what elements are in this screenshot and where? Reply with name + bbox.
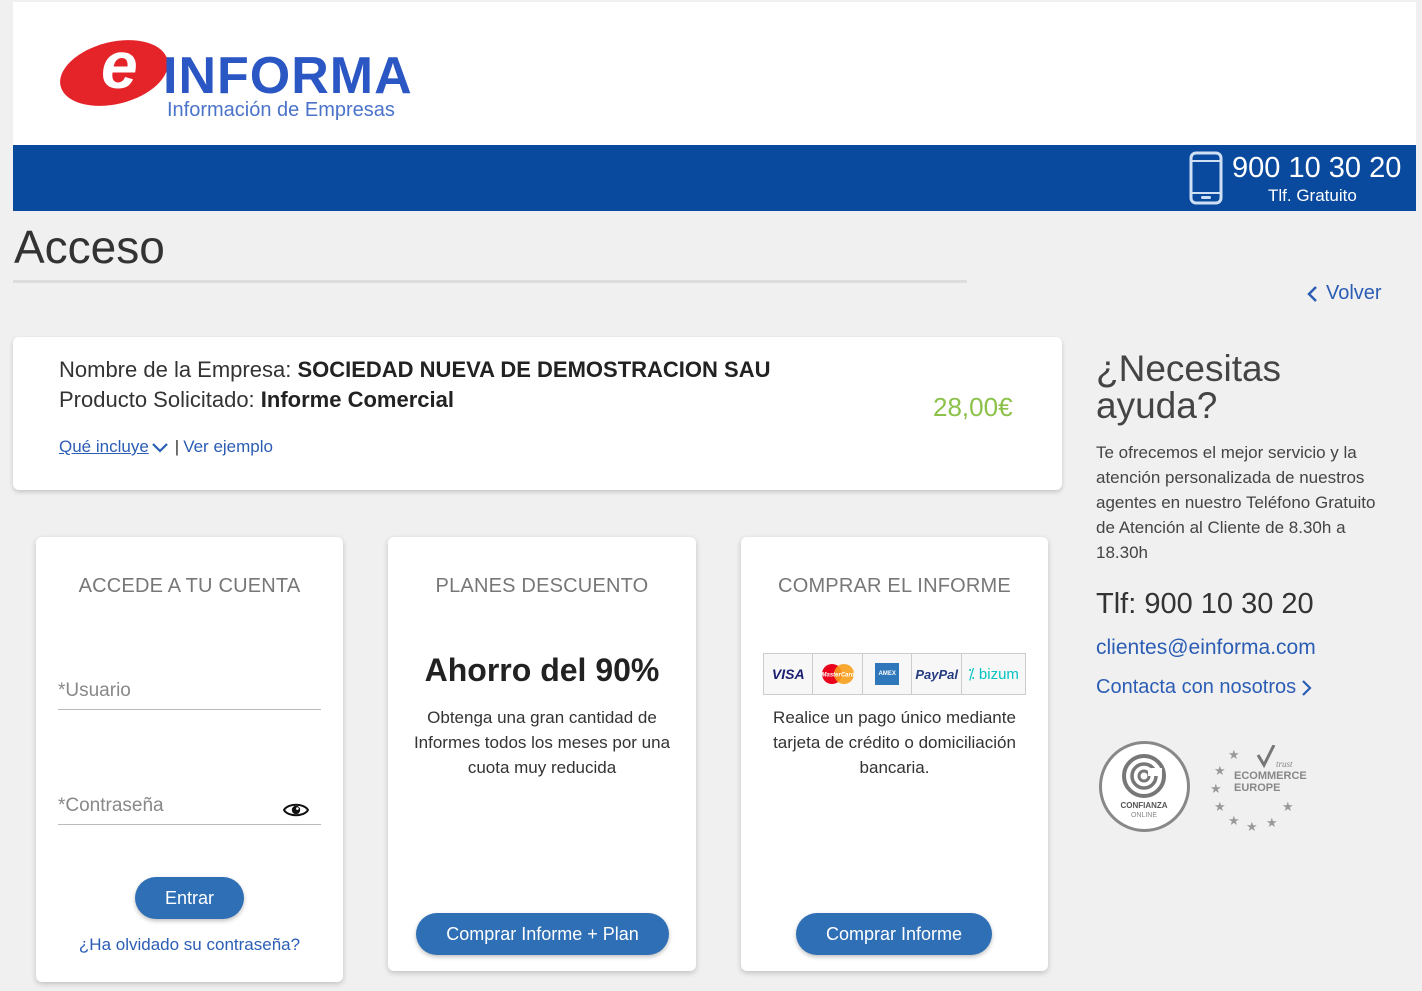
purchase-description: Realice un pago único mediante tarjeta d… <box>773 708 1016 777</box>
plans-description: Obtenga una gran cantidad de Informes to… <box>413 708 671 777</box>
purchase-card-title: COMPRAR EL INFORME <box>778 575 1011 597</box>
contact-us-link[interactable]: Contacta con nosotros <box>1096 676 1312 699</box>
bizum-logo: ⁒ bizum <box>961 654 1025 694</box>
company-name: SOCIEDAD NUEVA DE DEMOSTRACION SAU <box>297 357 771 382</box>
confianza-online-seal[interactable]: CONFIANZA ONLINE <box>1099 741 1190 832</box>
chevron-right-icon <box>1302 679 1312 696</box>
back-link[interactable]: Volver <box>1306 282 1382 305</box>
svg-text:MasterCard: MasterCard <box>821 673 854 679</box>
smartphone-icon <box>1189 151 1223 205</box>
example-link[interactable]: Ver ejemplo <box>183 437 273 457</box>
top-phone-bar: 900 10 30 20 Tlf. Gratuito <box>13 145 1416 211</box>
plans-card: PLANES DESCUENTO Ahorro del 90% Obtenga … <box>388 537 696 971</box>
svg-text:ONLINE: ONLINE <box>1131 812 1157 819</box>
site-header: e INFORMA Información de Empresas <box>13 2 1416 145</box>
svg-text:trust: trust <box>1276 759 1293 769</box>
login-card-title: ACCEDE A TU CUENTA <box>78 575 301 597</box>
buy-report-plan-button[interactable]: Comprar Informe + Plan <box>416 913 669 955</box>
eye-icon[interactable] <box>283 801 309 819</box>
logo-subtitle: Información de Empresas <box>167 99 395 121</box>
logo-letter: e <box>101 28 138 102</box>
header-phone-caption: Tlf. Gratuito <box>1268 186 1357 205</box>
product-name: Informe Comercial <box>260 387 454 412</box>
mastercard-logo: MasterCard <box>813 654 863 694</box>
chevron-down-icon[interactable] <box>151 441 169 453</box>
svg-text:★: ★ <box>1228 814 1240 829</box>
help-email-link[interactable]: clientes@einforma.com <box>1096 636 1316 660</box>
login-card: ACCEDE A TU CUENTA Entrar ¿Ha olvidado s… <box>36 537 343 982</box>
svg-text:ECOMMERCE: ECOMMERCE <box>1234 770 1307 782</box>
chevron-left-icon <box>1307 285 1317 302</box>
help-title: ¿Necesitas ayuda? <box>1096 348 1282 426</box>
visa-logo: VISA <box>764 654 814 694</box>
password-input[interactable] <box>58 787 321 824</box>
page-title: Acceso <box>14 221 165 273</box>
help-phone[interactable]: Tlf: 900 10 30 20 <box>1096 588 1314 621</box>
svg-text:★: ★ <box>1282 800 1294 815</box>
ecommerce-europe-trust-seal[interactable]: ★ ★ ★ ★ ★ ★ ★ ★ trust ECOMMERCE EUROPE <box>1210 745 1320 833</box>
payment-methods: VISA MasterCard AMEX PayPal ⁒ bizum <box>763 653 1026 695</box>
includes-link[interactable]: Qué incluye <box>59 437 149 457</box>
purchase-card: COMPRAR EL INFORME VISA MasterCard AMEX … <box>741 537 1048 971</box>
svg-text:CONFIANZA: CONFIANZA <box>1120 801 1167 810</box>
links-separator: | <box>174 437 180 456</box>
product-summary-card: Nombre de la Empresa: SOCIEDAD NUEVA DE … <box>13 337 1062 490</box>
forgot-password-link[interactable]: ¿Ha olvidado su contraseña? <box>36 935 343 955</box>
svg-text:★: ★ <box>1246 820 1258 833</box>
header-phone-number[interactable]: 900 10 30 20 <box>1232 152 1401 185</box>
einforma-logo[interactable]: e INFORMA Información de Empresas <box>53 29 412 128</box>
amex-logo: AMEX <box>862 654 913 694</box>
login-submit-button[interactable]: Entrar <box>135 877 244 919</box>
contact-us-label: Contacta con nosotros <box>1096 676 1297 698</box>
svg-text:★: ★ <box>1266 816 1278 831</box>
paypal-logo: PayPal <box>912 654 962 694</box>
product-links: Qué incluye | Ver ejemplo <box>59 437 273 457</box>
back-label: Volver <box>1326 282 1382 304</box>
svg-text:★: ★ <box>1210 782 1222 797</box>
title-divider <box>13 280 967 283</box>
confianza-spiral-icon: CONFIANZA ONLINE <box>1120 754 1168 819</box>
svg-text:★: ★ <box>1214 764 1226 779</box>
plans-headline: Ahorro del 90% <box>424 652 660 688</box>
product-price: 28,00€ <box>933 392 1013 422</box>
company-line: Nombre de la Empresa: SOCIEDAD NUEVA DE … <box>59 357 770 383</box>
plans-card-title: PLANES DESCUENTO <box>435 575 649 597</box>
username-input[interactable] <box>58 672 321 709</box>
username-field <box>58 672 321 710</box>
buy-report-button[interactable]: Comprar Informe <box>796 913 992 955</box>
logo-word: INFORMA <box>163 47 413 105</box>
help-text: Te ofrecemos el mejor servicio y la aten… <box>1096 443 1376 562</box>
password-field <box>58 787 321 825</box>
svg-text:EUROPE: EUROPE <box>1234 782 1280 794</box>
svg-text:★: ★ <box>1228 748 1240 763</box>
product-label: Producto Solicitado: <box>59 387 261 412</box>
svg-text:★: ★ <box>1214 800 1226 815</box>
company-label: Nombre de la Empresa: <box>59 357 298 382</box>
product-line: Producto Solicitado: Informe Comercial <box>59 387 454 413</box>
